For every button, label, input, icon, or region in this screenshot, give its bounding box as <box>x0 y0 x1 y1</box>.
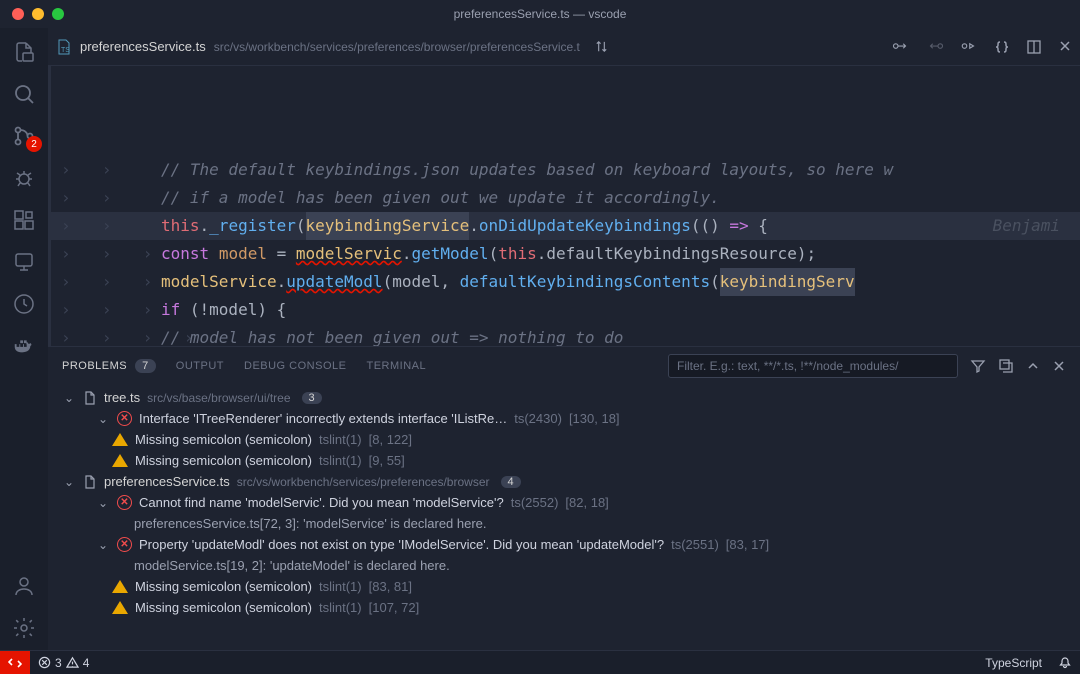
scm-badge: 2 <box>26 136 42 152</box>
settings-gear-icon[interactable] <box>12 616 36 640</box>
activity-bar: 2 <box>0 28 48 650</box>
terminal-tab[interactable]: TERMINAL <box>366 360 426 372</box>
tab-filename: preferencesService.ts <box>80 39 206 54</box>
problems-item-row[interactable]: Missing semicolon (semicolon) tslint(1) … <box>56 576 1080 597</box>
source-control-icon[interactable]: 2 <box>12 124 36 148</box>
file-icon <box>83 475 97 489</box>
remote-icon[interactable] <box>12 250 36 274</box>
run-icon[interactable] <box>960 39 978 55</box>
problems-item-row[interactable]: Missing semicolon (semicolon) tslint(1) … <box>56 597 1080 618</box>
remote-status[interactable] <box>0 651 30 674</box>
problems-item-row[interactable]: Missing semicolon (semicolon) tslint(1) … <box>56 429 1080 450</box>
explorer-icon[interactable] <box>12 40 36 64</box>
problems-file-row[interactable]: ⌄tree.ts src/vs/base/browser/ui/tree3 <box>56 387 1080 408</box>
svg-text:TS: TS <box>61 47 70 54</box>
chevron-down-icon[interactable]: ⌄ <box>96 496 110 510</box>
code-line[interactable]: › ›this._register(keybindingService.onDi… <box>51 212 1080 240</box>
bracket-icon[interactable] <box>994 39 1010 55</box>
code-line[interactable]: › ›// The default keybindings.json updat… <box>51 156 1080 184</box>
code-line[interactable]: › › ›if (!model) { <box>51 296 1080 324</box>
typescript-file-icon: TS <box>56 39 72 55</box>
collapse-all-icon[interactable] <box>998 358 1014 374</box>
error-icon: ✕ <box>117 411 132 426</box>
go-forward-icon[interactable] <box>926 39 944 55</box>
code-editor[interactable]: › ›// The default keybindings.json updat… <box>48 66 1080 346</box>
error-icon: ✕ <box>117 495 132 510</box>
close-tab-icon[interactable] <box>1058 39 1072 55</box>
language-mode[interactable]: TypeScript <box>977 656 1050 670</box>
problems-item-row[interactable]: ⌄✕Cannot find name 'modelServic'. Did yo… <box>56 492 1080 513</box>
problems-filter-input[interactable] <box>668 354 958 378</box>
problems-tab[interactable]: PROBLEMS 7 <box>62 359 156 373</box>
code-line[interactable]: › › › ›// model has not been given out =… <box>51 324 1080 346</box>
code-line[interactable]: › ›// if a model has been given out we u… <box>51 184 1080 212</box>
warning-icon <box>112 601 128 614</box>
chevron-down-icon[interactable]: ⌄ <box>96 538 110 552</box>
chevron-down-icon[interactable]: ⌄ <box>96 412 110 426</box>
problems-item-row[interactable]: Missing semicolon (semicolon) tslint(1) … <box>56 450 1080 471</box>
editor-tab-bar: TS preferencesService.ts src/vs/workbenc… <box>48 28 1080 66</box>
window-title: preferencesService.ts — vscode <box>454 7 627 21</box>
panel: PROBLEMS 7 OUTPUT DEBUG CONSOLE TERMINAL… <box>48 346 1080 650</box>
error-icon: ✕ <box>117 537 132 552</box>
search-icon[interactable] <box>12 82 36 106</box>
extensions-icon[interactable] <box>12 208 36 232</box>
docker-icon[interactable] <box>12 334 36 358</box>
output-tab[interactable]: OUTPUT <box>176 360 224 372</box>
window-minimize[interactable] <box>32 8 44 20</box>
problems-item-detail[interactable]: modelService.ts[19, 2]: 'updateModel' is… <box>56 555 1080 576</box>
split-editor-icon[interactable] <box>1026 39 1042 55</box>
code-line[interactable]: › › ›modelService.updateModl(model, defa… <box>51 268 1080 296</box>
tab-path: src/vs/workbench/services/preferences/br… <box>214 40 580 54</box>
problems-item-row[interactable]: ⌄✕Interface 'ITreeRenderer' incorrectly … <box>56 408 1080 429</box>
accounts-icon[interactable] <box>12 574 36 598</box>
editor-tab[interactable]: TS preferencesService.ts src/vs/workbenc… <box>56 39 609 55</box>
debug-icon[interactable] <box>12 166 36 190</box>
window-close[interactable] <box>12 8 24 20</box>
chevron-down-icon[interactable]: ⌄ <box>62 391 76 405</box>
code-line[interactable]: › › ›const model = modelServic.getModel(… <box>51 240 1080 268</box>
titlebar: preferencesService.ts — vscode <box>0 0 1080 28</box>
file-icon <box>83 391 97 405</box>
error-warning-status[interactable]: 3 4 <box>30 656 97 670</box>
maximize-panel-icon[interactable] <box>1026 359 1040 373</box>
debug-console-tab[interactable]: DEBUG CONSOLE <box>244 360 346 372</box>
problems-count-badge: 7 <box>135 359 156 373</box>
warning-icon <box>112 433 128 446</box>
notifications-icon[interactable] <box>1050 656 1080 670</box>
compare-changes-icon[interactable] <box>594 39 609 54</box>
filter-icon[interactable] <box>970 358 986 374</box>
window-maximize[interactable] <box>52 8 64 20</box>
problems-item-row[interactable]: ⌄✕Property 'updateModl' does not exist o… <box>56 534 1080 555</box>
chevron-down-icon[interactable]: ⌄ <box>62 475 76 489</box>
history-icon[interactable] <box>12 292 36 316</box>
status-bar: 3 4 TypeScript <box>0 650 1080 674</box>
problems-item-detail[interactable]: preferencesService.ts[72, 3]: 'modelServ… <box>56 513 1080 534</box>
warning-icon <box>112 580 128 593</box>
go-back-icon[interactable] <box>892 39 910 55</box>
problems-file-row[interactable]: ⌄preferencesService.ts src/vs/workbench/… <box>56 471 1080 492</box>
close-panel-icon[interactable] <box>1052 359 1066 373</box>
problems-tree[interactable]: ⌄tree.ts src/vs/base/browser/ui/tree3⌄✕I… <box>48 385 1080 650</box>
warning-icon <box>112 454 128 467</box>
